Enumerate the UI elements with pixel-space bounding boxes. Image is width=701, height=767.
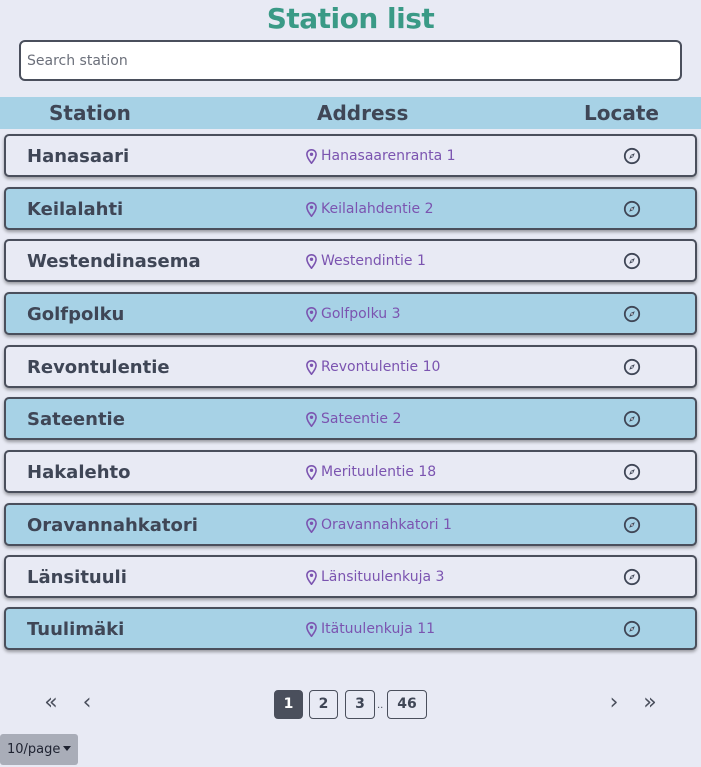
last-page-button[interactable]: » bbox=[636, 690, 664, 718]
station-address: Hanasaarenranta 1 bbox=[306, 148, 456, 164]
station-name: Tuulimäki bbox=[27, 619, 125, 640]
compass-icon[interactable] bbox=[623, 516, 641, 534]
station-address: Sateentie 2 bbox=[306, 411, 401, 427]
compass-icon[interactable] bbox=[623, 620, 641, 638]
station-address-text: Merituulentie 18 bbox=[321, 464, 437, 480]
page-button-3[interactable]: 3 bbox=[345, 690, 375, 719]
compass-icon[interactable] bbox=[623, 252, 641, 270]
map-pin-icon bbox=[306, 517, 317, 533]
station-address: Länsituulenkuja 3 bbox=[306, 569, 444, 585]
map-pin-icon bbox=[306, 359, 317, 375]
station-address: Itätuulenkuja 11 bbox=[306, 621, 435, 637]
compass-icon[interactable] bbox=[623, 305, 641, 323]
station-name: Oravannahkatori bbox=[27, 515, 198, 536]
per-page-label: 10/page bbox=[7, 742, 61, 757]
table-row[interactable]: Golfpolku Golfpolku 3 bbox=[4, 292, 697, 335]
compass-icon[interactable] bbox=[623, 568, 641, 586]
map-pin-icon bbox=[306, 148, 317, 164]
station-name: Länsituuli bbox=[27, 567, 127, 588]
map-pin-icon bbox=[306, 201, 317, 217]
compass-icon[interactable] bbox=[623, 200, 641, 218]
compass-icon[interactable] bbox=[623, 147, 641, 165]
station-address-text: Oravannahkatori 1 bbox=[321, 517, 452, 533]
station-address-text: Itätuulenkuja 11 bbox=[321, 621, 436, 637]
table-row[interactable]: Hakalehto Merituulentie 18 bbox=[4, 450, 697, 493]
station-address: Golfpolku 3 bbox=[306, 306, 400, 322]
station-address: Oravannahkatori 1 bbox=[306, 517, 452, 533]
table-row[interactable]: Tuulimäki Itätuulenkuja 11 bbox=[4, 607, 697, 650]
map-pin-icon bbox=[306, 569, 317, 585]
station-address-text: Revontulentie 10 bbox=[321, 359, 441, 375]
station-address: Westendintie 1 bbox=[306, 253, 426, 269]
first-page-button[interactable]: « bbox=[37, 690, 65, 718]
station-address-text: Westendintie 1 bbox=[321, 253, 426, 269]
caret-down-icon bbox=[63, 746, 72, 751]
station-name: Westendinasema bbox=[27, 251, 201, 272]
page-title: Station list bbox=[266, 2, 435, 35]
table-row[interactable]: Länsituuli Länsituulenkuja 3 bbox=[4, 555, 697, 598]
table-row[interactable]: Sateentie Sateentie 2 bbox=[4, 397, 697, 440]
next-page-button[interactable]: › bbox=[600, 690, 628, 718]
header-station: Station bbox=[49, 101, 131, 125]
header-locate: Locate bbox=[584, 101, 659, 125]
station-address: Keilalahdentie 2 bbox=[306, 201, 434, 217]
station-name: Keilalahti bbox=[27, 199, 124, 220]
table-row[interactable]: Hanasaari Hanasaarenranta 1 bbox=[4, 134, 697, 177]
pagination-ellipsis: .. bbox=[377, 700, 384, 711]
page-button-2[interactable]: 2 bbox=[309, 690, 338, 719]
header-address: Address bbox=[317, 101, 409, 125]
map-pin-icon bbox=[306, 306, 317, 322]
station-address-text: Sateentie 2 bbox=[321, 411, 402, 427]
table-row[interactable]: Keilalahti Keilalahdentie 2 bbox=[4, 187, 697, 230]
table-row[interactable]: Oravannahkatori Oravannahkatori 1 bbox=[4, 503, 697, 546]
station-address-text: Länsituulenkuja 3 bbox=[321, 569, 445, 585]
map-pin-icon bbox=[306, 464, 317, 480]
station-name: Hanasaari bbox=[27, 146, 130, 167]
search-input[interactable] bbox=[19, 40, 682, 81]
per-page-dropdown[interactable]: 10/page bbox=[0, 734, 78, 765]
compass-icon[interactable] bbox=[623, 410, 641, 428]
page-button-last[interactable]: 46 bbox=[387, 690, 427, 719]
station-name: Golfpolku bbox=[27, 304, 125, 325]
station-address-text: Hanasaarenranta 1 bbox=[321, 148, 456, 164]
station-name: Hakalehto bbox=[27, 462, 131, 483]
station-address: Revontulentie 10 bbox=[306, 359, 440, 375]
prev-page-button[interactable]: ‹ bbox=[73, 690, 101, 718]
page-button-1[interactable]: 1 bbox=[274, 690, 303, 719]
map-pin-icon bbox=[306, 621, 317, 637]
table-row[interactable]: Revontulentie Revontulentie 10 bbox=[4, 345, 697, 388]
compass-icon[interactable] bbox=[623, 358, 641, 376]
station-address-text: Keilalahdentie 2 bbox=[321, 201, 434, 217]
table-row[interactable]: Westendinasema Westendintie 1 bbox=[4, 239, 697, 282]
map-pin-icon bbox=[306, 253, 317, 269]
station-address: Merituulentie 18 bbox=[306, 464, 436, 480]
station-name: Sateentie bbox=[27, 409, 125, 430]
compass-icon[interactable] bbox=[623, 463, 641, 481]
table-header: Station Address Locate bbox=[0, 97, 701, 129]
station-name: Revontulentie bbox=[27, 357, 170, 378]
station-address-text: Golfpolku 3 bbox=[321, 306, 401, 322]
map-pin-icon bbox=[306, 411, 317, 427]
